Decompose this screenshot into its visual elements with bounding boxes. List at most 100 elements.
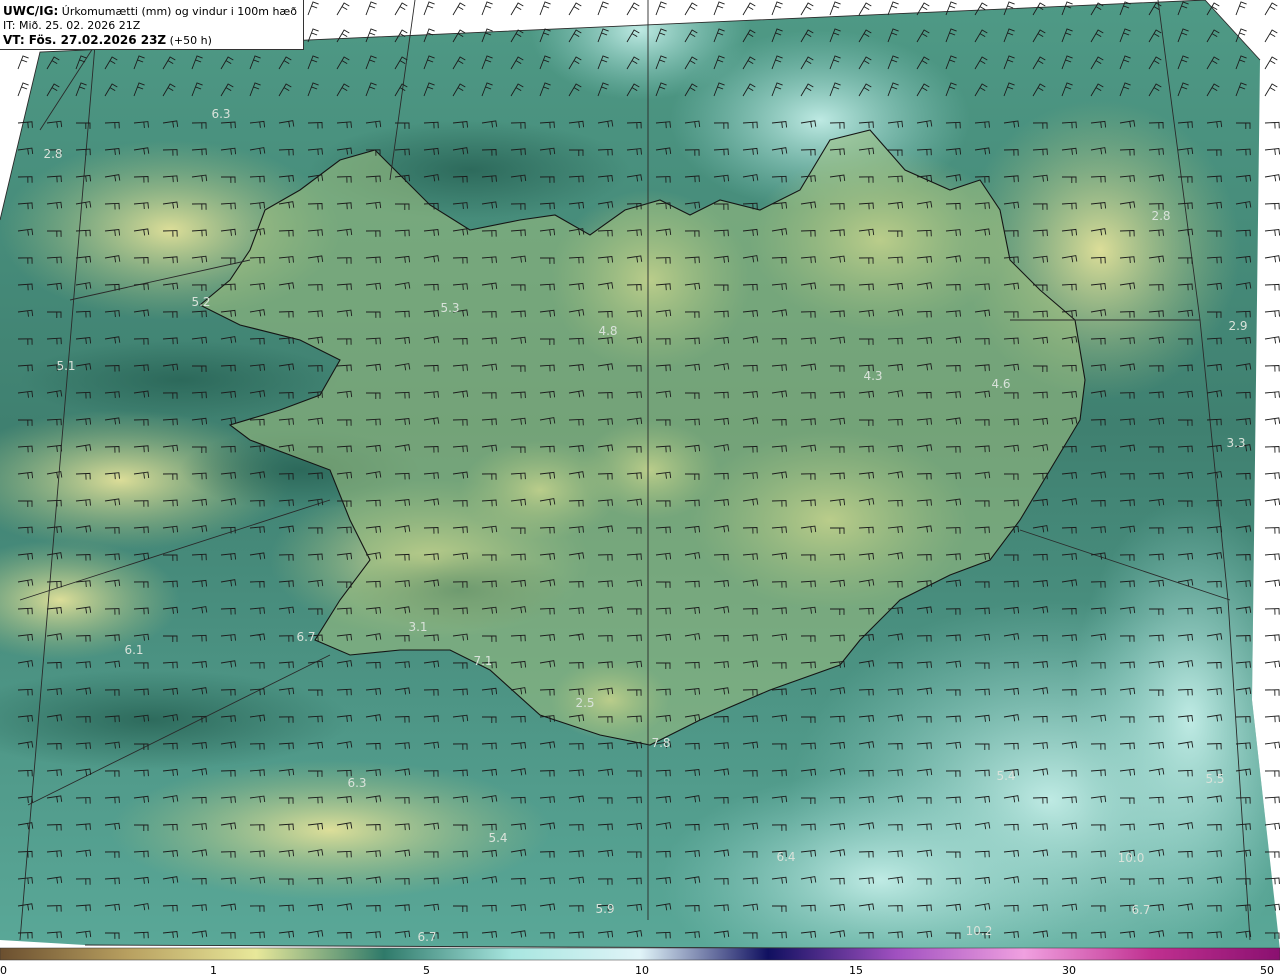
- map-value-label: 4.6: [991, 377, 1011, 391]
- wind-barb: [1264, 255, 1280, 263]
- map-value-label: 5.4: [488, 831, 508, 845]
- colorbar-tick-label: 5: [423, 964, 430, 977]
- wind-barb: [423, 1, 435, 16]
- colorbar: [0, 947, 1280, 961]
- map-value-label: 5.9: [595, 902, 615, 916]
- wind-barb: [568, 2, 582, 16]
- wind-barb: [1264, 741, 1280, 749]
- wind-barb: [307, 1, 319, 16]
- wind-barb: [17, 55, 29, 70]
- wind-barb: [1264, 498, 1280, 506]
- wind-barb: [1264, 715, 1280, 723]
- wind-barb: [858, 2, 872, 16]
- wind-barb: [1264, 770, 1280, 777]
- wind-barb: [1264, 553, 1280, 561]
- wind-barb: [1264, 608, 1280, 615]
- wind-barb: [1264, 310, 1280, 318]
- map-value-label: 10.2: [965, 924, 993, 938]
- wind-barb: [1264, 689, 1280, 696]
- map-value-label: 5.4: [996, 769, 1016, 783]
- map-value-label: 6.7: [1131, 903, 1151, 917]
- product-description: Úrkomumætti (mm) og vindur i 100m hæð: [61, 5, 297, 18]
- wind-barb: [1235, 1, 1247, 16]
- wind-barb: [1264, 579, 1280, 587]
- wind-barb: [481, 1, 493, 16]
- colorbar-tick-label: 10: [635, 964, 649, 977]
- map-value-label: 2.8: [43, 147, 63, 161]
- wind-barb: [713, 1, 725, 16]
- wind-barb: [1264, 174, 1280, 182]
- map-value-label: 6.3: [211, 107, 231, 121]
- map-value-label: 2.5: [575, 696, 595, 710]
- map-value-label: 7.1: [473, 654, 493, 668]
- wind-barb: [452, 2, 466, 16]
- map-value-label: 5.2: [191, 295, 211, 309]
- wind-barb: [1264, 2, 1278, 16]
- map-value-label: 5.5: [1205, 772, 1225, 786]
- map-value-label: 6.3: [347, 776, 367, 790]
- wind-barb: [597, 1, 609, 16]
- map-value-label: 4.8: [598, 324, 618, 338]
- precip-field: [0, 0, 1280, 950]
- map-value-label: 6.4: [776, 850, 796, 864]
- wind-barb: [510, 2, 524, 16]
- map-title-box: UWC/IG: Úrkomumætti (mm) og vindur i 100…: [0, 0, 304, 50]
- wind-barb: [1264, 796, 1280, 804]
- map-value-label: 2.8: [1151, 209, 1171, 223]
- wind-barb: [742, 2, 756, 16]
- weather-map: [0, 0, 1280, 961]
- wind-barb: [1264, 446, 1280, 453]
- colorbar-tick-label: 15: [849, 964, 863, 977]
- map-value-label: 10.0: [1117, 851, 1145, 865]
- map-value-label: 3.3: [1226, 436, 1246, 450]
- colorbar-tick-label: 0: [0, 964, 7, 977]
- wind-barb: [626, 2, 640, 16]
- map-value-label: 7.8: [651, 736, 671, 750]
- wind-barb: [17, 82, 29, 97]
- wind-barb: [1264, 56, 1278, 70]
- wind-barb: [1264, 83, 1278, 97]
- wind-barb: [1264, 527, 1280, 534]
- wind-barb: [1264, 417, 1280, 425]
- wind-barb: [336, 2, 350, 16]
- wind-barb: [1264, 472, 1280, 480]
- wind-barb: [684, 2, 698, 16]
- wind-barb: [365, 1, 377, 16]
- valid-time-line: VT: Fös. 27.02.2026 23Z (+50 h): [3, 33, 303, 48]
- wind-barb: [1264, 229, 1280, 236]
- wind-barb: [800, 2, 814, 16]
- wind-barb: [1264, 634, 1280, 642]
- map-value-label: 3.1: [408, 620, 428, 634]
- map-value-label: 5.3: [440, 301, 460, 315]
- map-stage: UWC/IG: Úrkomumætti (mm) og vindur i 100…: [0, 0, 1280, 978]
- colorbar-tick-label: 30: [1062, 964, 1076, 977]
- wind-barb: [539, 1, 551, 16]
- wind-barb: [655, 1, 667, 16]
- map-value-label: 6.1: [124, 643, 144, 657]
- title-line: UWC/IG: Úrkomumætti (mm) og vindur i 100…: [3, 4, 303, 19]
- wind-barb: [1264, 365, 1280, 372]
- product-name: UWC/IG:: [3, 4, 59, 18]
- colorbar-tick-label: 50: [1260, 964, 1274, 977]
- wind-barb: [1264, 660, 1280, 668]
- wind-barb: [887, 1, 899, 16]
- wind-barb: [829, 1, 841, 16]
- wind-barb: [1264, 121, 1280, 129]
- valid-time: VT: Fös. 27.02.2026 23Z: [3, 33, 167, 47]
- wind-barb: [1264, 148, 1280, 155]
- map-value-label: 4.3: [863, 369, 883, 383]
- wind-barb: [1264, 391, 1280, 399]
- colorbar-tick-label: 1: [210, 964, 217, 977]
- wind-barb: [1264, 283, 1280, 291]
- map-value-label: 2.9: [1228, 319, 1248, 333]
- map-value-label: 6.7: [417, 930, 437, 944]
- map-value-label: 5.1: [56, 359, 76, 373]
- wind-barb: [1264, 202, 1280, 210]
- wind-barb: [1264, 822, 1280, 830]
- wind-barb: [1264, 29, 1278, 43]
- wind-barb: [394, 2, 408, 16]
- wind-barb: [1264, 336, 1280, 344]
- valid-offset: (+50 h): [169, 34, 212, 47]
- issue-time: IT: Mið. 25. 02. 2026 21Z: [3, 19, 141, 32]
- wind-barb: [771, 1, 783, 16]
